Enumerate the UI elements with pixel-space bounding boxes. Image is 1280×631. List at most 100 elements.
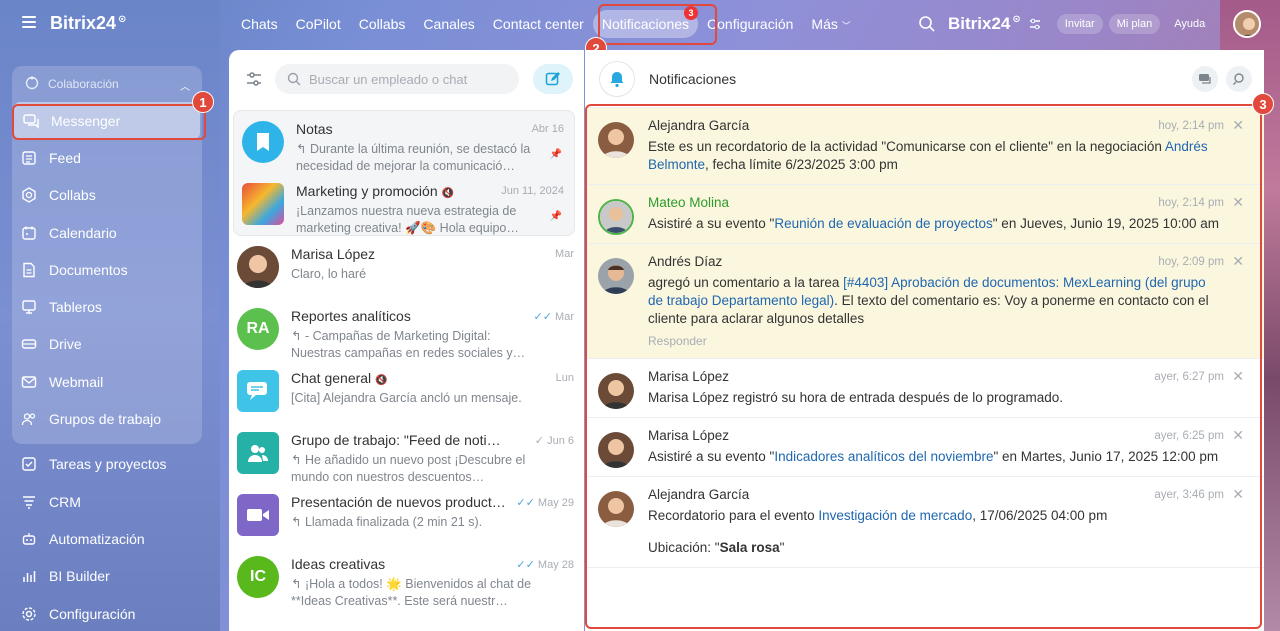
check-icon: ✓	[534, 435, 545, 447]
mail-icon	[20, 373, 38, 391]
sidebar-item-calendario[interactable]: Calendario	[12, 214, 202, 251]
messenger-highlight	[12, 104, 206, 140]
notifications-title: Notificaciones	[649, 70, 737, 87]
sidebar-item-label: Grupos de trabajo	[49, 411, 162, 428]
search-icon[interactable]	[918, 15, 936, 33]
collaboration-icon	[24, 75, 40, 94]
sidebar-item-label: Automatización	[49, 530, 145, 547]
gear-icon	[20, 605, 38, 623]
top-navigation: Chats CoPilot Collabs Canales Contact ce…	[232, 0, 860, 48]
sidebar-item-tareas[interactable]: Tareas y proyectos	[12, 446, 202, 483]
sidebar-item-configuracion[interactable]: Configuración	[12, 595, 202, 631]
sidebar-item-crm[interactable]: CRM	[12, 483, 202, 520]
chat-item-notas[interactable]: Notas Abr 16 ↰ Durante la última reunión…	[234, 111, 574, 173]
user-avatar[interactable]	[1233, 10, 1262, 38]
sidebar-item-label: Tareas y proyectos	[49, 456, 167, 473]
robot-icon	[20, 530, 38, 548]
tab-mas[interactable]: Más ﹀	[802, 10, 859, 38]
bitrix-logo-right[interactable]: Bitrix24 ⊙	[948, 14, 1021, 34]
sidebar-item-label: Tableros	[49, 299, 102, 316]
notifications-list-highlight	[585, 104, 1262, 629]
tab-collabs[interactable]: Collabs	[350, 10, 415, 38]
sidebar-item-label: Collabs	[49, 187, 96, 204]
sidebar-item-drive[interactable]: Drive	[12, 326, 202, 363]
chat-date: Abr 16	[531, 123, 564, 135]
chat-name: Notas	[296, 121, 333, 137]
chevron-down-icon: ﹀	[841, 21, 851, 31]
mark-read-button[interactable]	[1192, 66, 1218, 92]
search-notifications-button[interactable]	[1226, 66, 1252, 92]
notifications-actions	[1184, 66, 1252, 92]
sidebar-item-label: Webmail	[49, 373, 104, 390]
feed-icon	[20, 149, 38, 167]
chat-name: Grupo de trabajo: "Feed de notici…	[291, 432, 506, 448]
sidebar-item-label: Feed	[49, 149, 81, 166]
chat-list-header	[229, 50, 584, 108]
sidebar-item-tableros[interactable]: Tableros	[12, 288, 202, 325]
marketing-avatar	[242, 183, 284, 225]
settings-sliders-icon[interactable]	[1027, 16, 1043, 32]
sidebar-item-webmail[interactable]: Webmail	[12, 363, 202, 400]
notes-avatar-icon	[242, 121, 284, 163]
checkbox-icon	[20, 455, 38, 473]
chat-name: Ideas creativas	[291, 556, 386, 572]
double-check-icon: ✓✓	[516, 497, 535, 509]
chat-item-general[interactable]: Chat general 🔇 Lun [Cita] Alejandra Garc…	[229, 360, 584, 422]
app-logo[interactable]: Bitrix24 ⊙	[50, 13, 126, 34]
sidebar-item-automatizacion[interactable]: Automatización	[12, 520, 202, 557]
sidebar-item-label: CRM	[49, 493, 81, 510]
chevron-up-icon[interactable]: ︿	[180, 78, 190, 93]
chat-search-box	[275, 64, 519, 94]
top-right-area: Bitrix24 ⊙ Invitar Mi plan Ayuda	[918, 0, 1262, 48]
chat-item-ideas[interactable]: IC Ideas creativas ✓✓ May 28 ↰ ¡Hola a t…	[229, 546, 584, 608]
sidebar-item-label: Calendario	[49, 224, 117, 241]
chat-preview: ↰ ¡Hola a todos! 🌟 Bienvenidos al chat d…	[291, 577, 532, 608]
tab-canales[interactable]: Canales	[414, 10, 483, 38]
sidebar-item-feed[interactable]: Feed	[12, 139, 202, 176]
notifications-header: Notificaciones	[585, 50, 1264, 108]
muted-icon: 🔇	[375, 375, 388, 386]
chat-check-icon	[1199, 74, 1211, 84]
chat-name: Marisa López	[291, 246, 376, 262]
invite-button[interactable]: Invitar	[1056, 14, 1103, 34]
chat-preview: ↰ Durante la última reunión, se destacó …	[296, 142, 531, 173]
sidebar-item-label: Drive	[49, 336, 82, 353]
sidebar-item-documentos[interactable]: Documentos	[12, 251, 202, 288]
chat-list-panel: Notas Abr 16 ↰ Durante la última reunión…	[229, 50, 584, 631]
marker-1: 1	[192, 91, 214, 113]
sidebar-group-header[interactable]: Colaboración ︿	[12, 66, 202, 102]
search-icon	[1233, 73, 1244, 85]
sidebar-item-label: BI Builder	[49, 568, 110, 585]
notificaciones-highlight	[598, 4, 717, 45]
sidebar-item-collabs[interactable]: Collabs	[12, 177, 202, 214]
new-chat-button[interactable]	[533, 64, 573, 94]
chat-item-marisa[interactable]: Marisa López Mar Claro, lo haré	[229, 236, 584, 298]
chat-item-grupo-feed[interactable]: Grupo de trabajo: "Feed de notici… ✓ Jun…	[229, 422, 584, 484]
chat-date: Lun	[555, 372, 574, 384]
chat-item-presentacion[interactable]: Presentación de nuevos product… ✓✓ May 2…	[229, 484, 584, 546]
chat-name: Marketing y promoción 🔇	[296, 183, 454, 199]
my-plan-button[interactable]: Mi plan	[1108, 14, 1161, 34]
tab-chats[interactable]: Chats	[232, 10, 287, 38]
chat-date: ✓✓ May 28	[516, 559, 574, 571]
sidebar-item-grupos-de-trabajo[interactable]: Grupos de trabajo	[12, 400, 202, 437]
tab-contact-center[interactable]: Contact center	[484, 10, 593, 38]
workgroup-avatar-icon	[237, 432, 279, 474]
tab-copilot[interactable]: CoPilot	[287, 10, 350, 38]
chat-date: ✓✓ May 29	[516, 497, 574, 509]
help-button[interactable]: Ayuda	[1166, 14, 1213, 34]
chat-item-marketing[interactable]: Marketing y promoción 🔇 Jun 11, 2024 ¡La…	[234, 173, 574, 235]
sidebar-item-bi-builder[interactable]: BI Builder	[12, 558, 202, 595]
calendar-icon	[20, 224, 38, 242]
tab-mas-label: Más	[811, 16, 838, 32]
filter-sliders-icon[interactable]	[245, 70, 263, 88]
double-check-icon: ✓✓	[516, 559, 535, 571]
compose-icon	[545, 72, 560, 86]
hamburger-menu-icon[interactable]	[22, 16, 36, 28]
chat-name: Presentación de nuevos product…	[291, 494, 506, 510]
sidebar-item-label: Configuración	[49, 605, 136, 622]
chat-item-reportes[interactable]: RA Reportes analíticos ✓✓ Mar ↰ - Campañ…	[229, 298, 584, 360]
chat-search-input[interactable]	[309, 71, 509, 87]
video-call-avatar-icon	[237, 494, 279, 536]
board-icon	[20, 298, 38, 316]
